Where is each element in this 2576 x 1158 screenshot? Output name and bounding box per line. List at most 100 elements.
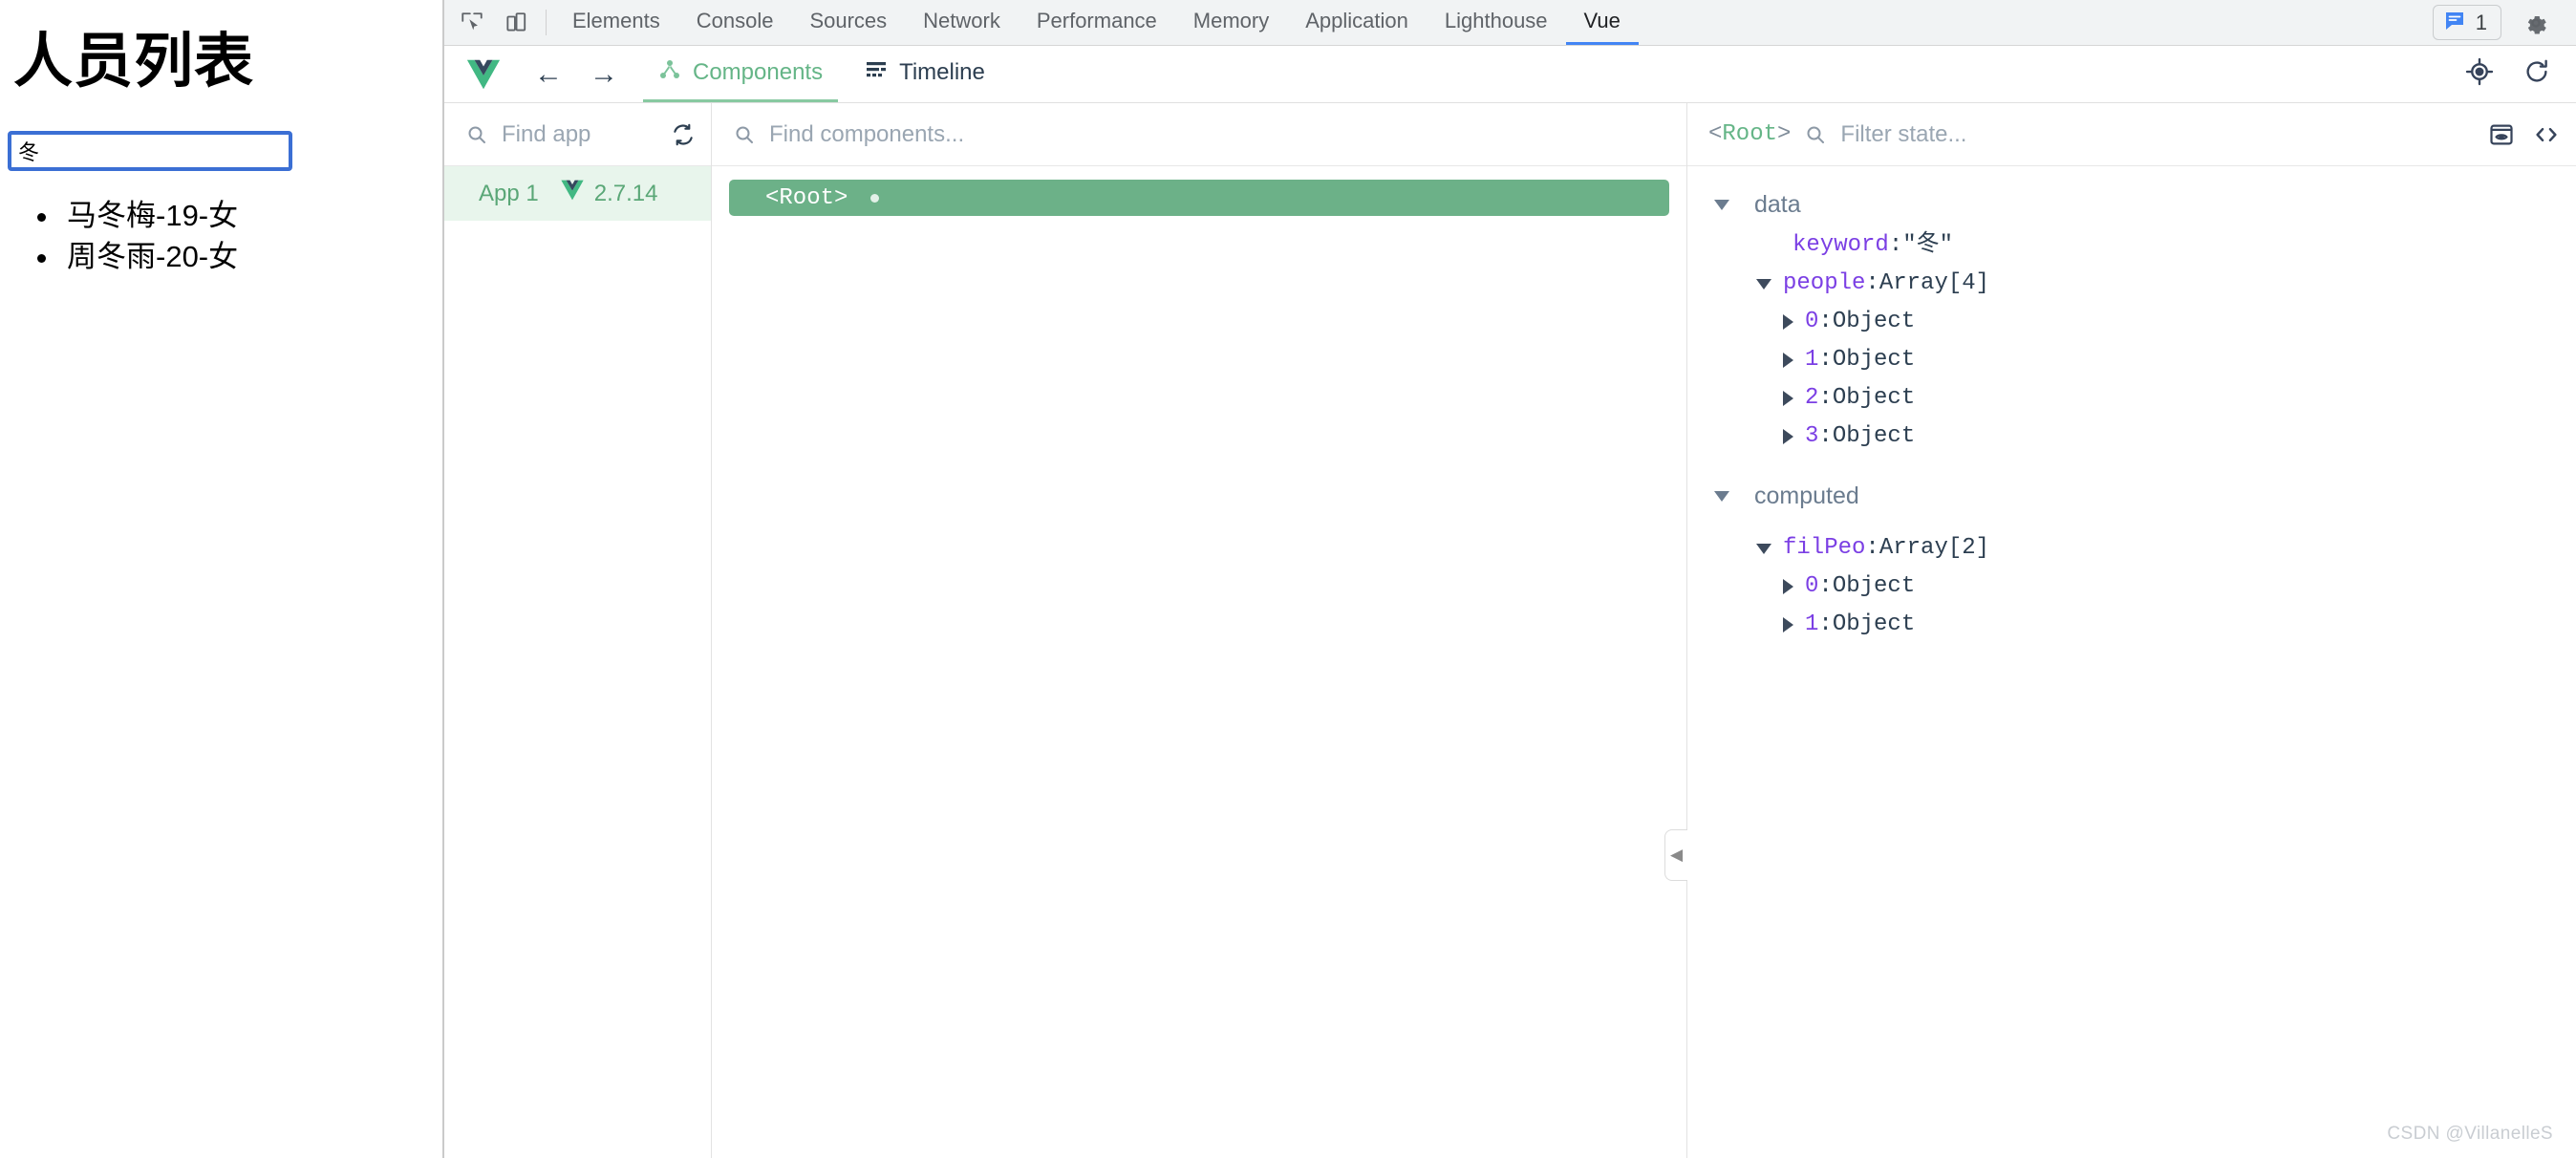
state-value: Object bbox=[1832, 573, 1916, 599]
selected-component-name: <Root> bbox=[1708, 121, 1792, 147]
tab-timeline[interactable]: Timeline bbox=[849, 46, 1000, 102]
state-key: filPeo bbox=[1783, 535, 1866, 561]
tab-application[interactable]: Application bbox=[1287, 0, 1427, 45]
vue-logo-icon-small bbox=[560, 180, 585, 207]
state-group-computed[interactable]: computed bbox=[1687, 475, 2576, 518]
chevron-right-icon[interactable] bbox=[1783, 353, 1793, 368]
nav-forward-arrow-icon[interactable]: → bbox=[576, 46, 632, 102]
tab-lighthouse[interactable]: Lighthouse bbox=[1427, 0, 1566, 45]
search-icon bbox=[465, 123, 488, 146]
filter-state-input[interactable] bbox=[1840, 120, 2471, 148]
inspected-page: 人员列表 马冬梅-19-女 周冬雨-20-女 bbox=[0, 0, 442, 1158]
list-item: 周冬雨-20-女 bbox=[61, 237, 442, 278]
chevron-right-icon[interactable] bbox=[1783, 617, 1793, 633]
state-key: 3 bbox=[1805, 423, 1819, 449]
state-row-people-3[interactable]: 3 : Object bbox=[1687, 418, 2576, 456]
state-sep: : bbox=[1818, 611, 1833, 637]
nav-back-arrow-icon[interactable]: ← bbox=[521, 46, 576, 102]
tab-sources[interactable]: Sources bbox=[791, 0, 905, 45]
state-value: Array[4] bbox=[1878, 270, 1990, 296]
state-sep: : bbox=[1818, 573, 1833, 599]
chevron-right-icon[interactable] bbox=[1783, 429, 1793, 444]
tab-elements[interactable]: Elements bbox=[554, 0, 678, 45]
state-group-label: computed bbox=[1754, 482, 1859, 509]
state-group-label: data bbox=[1754, 191, 1801, 218]
state-key: 2 bbox=[1805, 385, 1819, 411]
tab-memory[interactable]: Memory bbox=[1175, 0, 1287, 45]
toolbar-divider bbox=[546, 10, 547, 35]
state-value: Object bbox=[1832, 611, 1916, 637]
state-value: Array[2] bbox=[1878, 535, 1990, 561]
state-row-keyword[interactable]: keyword : "冬" bbox=[1687, 226, 2576, 265]
chevron-right-icon[interactable] bbox=[1783, 391, 1793, 406]
chevron-down-icon[interactable] bbox=[1756, 543, 1771, 554]
devtools-toolbar-right: 1 bbox=[2432, 0, 2576, 45]
tab-components[interactable]: Components bbox=[643, 46, 839, 102]
chevron-down-icon bbox=[1714, 200, 1729, 210]
chevron-right-icon[interactable] bbox=[1783, 314, 1793, 330]
issues-badge[interactable]: 1 bbox=[2432, 5, 2501, 40]
state-row-filpeo-0[interactable]: 0 : Object bbox=[1687, 568, 2576, 606]
app-list-item[interactable]: App 1 2.7.14 bbox=[444, 166, 711, 221]
find-components-bar bbox=[712, 103, 1686, 166]
tab-console[interactable]: Console bbox=[678, 0, 792, 45]
target-icon[interactable] bbox=[2465, 57, 2494, 91]
devtools-tabbar: Elements Console Sources Network Perform… bbox=[444, 0, 2576, 46]
people-result-list: 马冬梅-19-女 周冬雨-20-女 bbox=[61, 196, 442, 278]
state-group-data[interactable]: data bbox=[1687, 183, 2576, 226]
component-tree-column: <Root> ◀ bbox=[712, 103, 1687, 1158]
chevron-down-icon bbox=[1714, 491, 1729, 502]
state-sep: : bbox=[1818, 423, 1833, 449]
state-key: 1 bbox=[1805, 611, 1819, 637]
vue-panel-body: App 1 2.7.14 bbox=[444, 103, 2576, 1158]
state-tree: data keyword : "冬" people : Array[4] 0:… bbox=[1687, 166, 2576, 1158]
state-key: 1 bbox=[1805, 347, 1819, 373]
state-sep: : bbox=[1888, 232, 1903, 258]
devtools-window: Elements Console Sources Network Perform… bbox=[442, 0, 2576, 1158]
state-row-people-2[interactable]: 2 : Object bbox=[1687, 379, 2576, 418]
state-row-people[interactable]: people : Array[4] bbox=[1687, 265, 2576, 303]
app-version: 2.7.14 bbox=[560, 180, 657, 207]
issues-count: 1 bbox=[2475, 10, 2487, 34]
component-tree-node-root[interactable]: <Root> bbox=[729, 180, 1669, 216]
state-key: keyword bbox=[1792, 232, 1889, 258]
refresh-icon[interactable] bbox=[2522, 57, 2551, 91]
message-bubble-icon bbox=[2443, 9, 2466, 36]
find-components-input[interactable] bbox=[769, 120, 1671, 148]
state-row-people-1[interactable]: 1 : Object bbox=[1687, 341, 2576, 379]
state-sep: : bbox=[1818, 347, 1833, 373]
state-sep: : bbox=[1818, 385, 1833, 411]
find-app-input[interactable] bbox=[502, 120, 654, 148]
vue-logo-icon bbox=[465, 46, 521, 102]
tab-vue[interactable]: Vue bbox=[1565, 0, 1639, 45]
inspect-element-icon[interactable] bbox=[450, 0, 494, 45]
list-item: 马冬梅-19-女 bbox=[61, 196, 442, 237]
state-filter-bar: <Root> bbox=[1687, 103, 2576, 166]
find-app-bar bbox=[444, 103, 711, 166]
state-row-filpeo[interactable]: filPeo : Array[2] bbox=[1687, 529, 2576, 568]
gear-icon[interactable] bbox=[2501, 10, 2563, 36]
tab-components-label: Components bbox=[693, 59, 824, 85]
state-value: Object bbox=[1832, 423, 1916, 449]
device-toolbar-icon[interactable] bbox=[494, 0, 538, 45]
component-tree-icon bbox=[658, 58, 681, 88]
inspect-dom-icon[interactable] bbox=[2484, 121, 2515, 148]
tab-network[interactable]: Network bbox=[905, 0, 1019, 45]
open-in-editor-icon[interactable] bbox=[2528, 121, 2561, 148]
component-node-label: <Root> bbox=[765, 184, 848, 211]
chevron-right-icon[interactable] bbox=[1783, 579, 1793, 594]
state-value: "冬" bbox=[1902, 232, 1954, 258]
vue-panel-header: ← → Components Timeline bbox=[444, 46, 2576, 103]
screen-root: 人员列表 马冬梅-19-女 周冬雨-20-女 bbox=[0, 0, 2576, 1158]
tab-performance[interactable]: Performance bbox=[1019, 0, 1175, 45]
sync-icon[interactable] bbox=[667, 122, 696, 147]
state-value: Object bbox=[1832, 309, 1916, 334]
tab-timeline-label: Timeline bbox=[899, 59, 985, 85]
vue-header-actions bbox=[2465, 46, 2576, 102]
chevron-down-icon[interactable] bbox=[1756, 278, 1771, 290]
keyword-search-input[interactable] bbox=[8, 131, 292, 172]
state-key: 0 bbox=[1805, 573, 1819, 599]
chevron-left-icon[interactable]: ◀ bbox=[1664, 829, 1687, 881]
state-row-filpeo-1[interactable]: 1 : Object bbox=[1687, 606, 2576, 644]
state-row-people-0[interactable]: 0 : Object bbox=[1687, 303, 2576, 341]
